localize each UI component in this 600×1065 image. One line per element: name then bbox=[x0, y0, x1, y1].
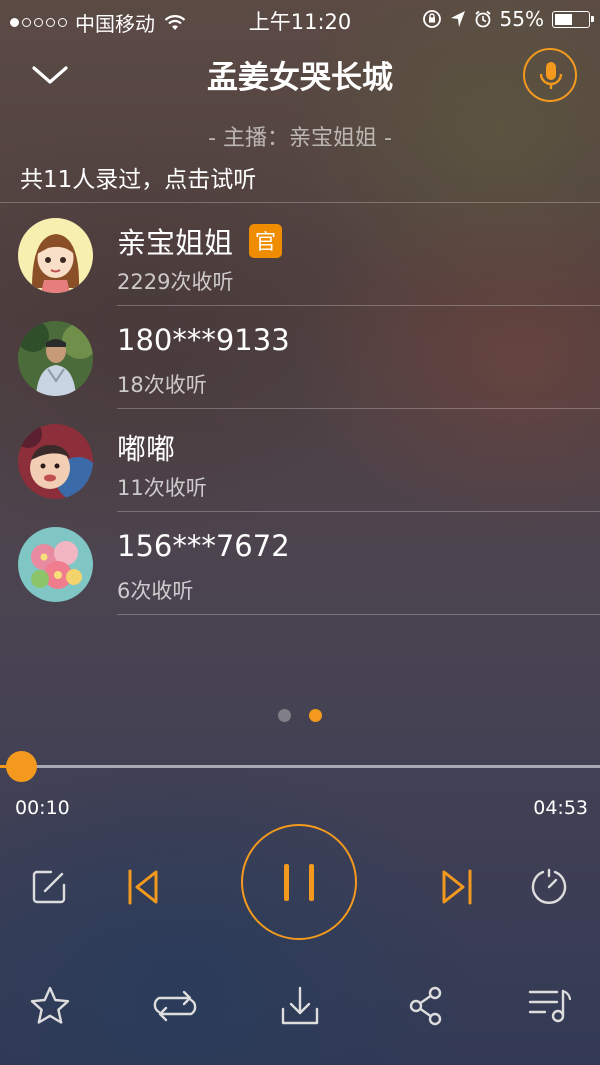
recorder-name: 亲宝姐姐 bbox=[117, 226, 234, 260]
recorder-name: 嘟嘟 bbox=[117, 432, 176, 466]
page-indicator bbox=[278, 709, 322, 722]
recording-item[interactable]: 180***9133 18次收听 bbox=[0, 306, 600, 409]
microphone-icon bbox=[539, 62, 563, 89]
favorite-star-icon bbox=[30, 986, 70, 1024]
next-track-icon bbox=[442, 869, 472, 905]
avatar bbox=[18, 424, 93, 499]
recording-item[interactable]: 亲宝姐姐 官 2229次收听 bbox=[0, 203, 600, 306]
divider bbox=[117, 614, 600, 615]
avatar bbox=[18, 527, 93, 602]
play-count: 2229次收听 bbox=[117, 270, 234, 294]
official-badge: 官 bbox=[249, 224, 283, 258]
page-title: 孟姜女哭长城 bbox=[207, 60, 393, 96]
recorder-name: 156***7672 bbox=[117, 529, 290, 563]
timer-icon bbox=[531, 868, 567, 904]
download-button[interactable] bbox=[280, 985, 320, 1031]
share-icon bbox=[409, 986, 442, 1026]
page-dot[interactable] bbox=[278, 709, 291, 722]
recording-item[interactable]: 嘟嘟 11次收听 bbox=[0, 409, 600, 512]
next-track-button[interactable] bbox=[440, 867, 474, 911]
total-time: 04:53 bbox=[533, 797, 588, 819]
host-line: - 主播：亲宝姐姐 - bbox=[208, 126, 392, 151]
elapsed-time: 00:10 bbox=[15, 797, 70, 819]
avatar bbox=[18, 218, 93, 293]
location-icon bbox=[450, 11, 465, 27]
sleep-timer-button[interactable] bbox=[530, 868, 568, 910]
battery-icon bbox=[552, 10, 594, 28]
repeat-button[interactable] bbox=[151, 988, 199, 1028]
alarm-icon bbox=[474, 10, 491, 28]
share-button[interactable] bbox=[407, 985, 445, 1031]
playlist-button[interactable] bbox=[527, 987, 573, 1029]
progress-thumb[interactable] bbox=[6, 751, 37, 782]
play-count: 11次收听 bbox=[117, 476, 207, 500]
download-icon bbox=[281, 986, 319, 1025]
play-count: 6次收听 bbox=[117, 579, 194, 603]
battery-percent: 55% bbox=[499, 7, 544, 31]
repeat-icon bbox=[153, 990, 197, 1022]
previous-track-icon bbox=[128, 869, 158, 905]
favorite-button[interactable] bbox=[29, 985, 71, 1031]
page-dot-active[interactable] bbox=[309, 709, 322, 722]
recorder-name: 180***9133 bbox=[117, 323, 290, 357]
avatar bbox=[18, 321, 93, 396]
status-bar: 中国移动 上午11:20 55% bbox=[0, 0, 600, 40]
pause-button[interactable] bbox=[241, 824, 357, 940]
edit-button[interactable] bbox=[31, 869, 67, 909]
edit-icon bbox=[32, 870, 66, 904]
previous-track-button[interactable] bbox=[126, 867, 160, 911]
orientation-lock-icon bbox=[422, 10, 441, 28]
progress-track[interactable] bbox=[0, 765, 600, 768]
record-button[interactable] bbox=[523, 48, 577, 102]
recordings-summary[interactable]: 共11人录过，点击试听 bbox=[20, 160, 256, 194]
playlist-icon bbox=[528, 989, 572, 1023]
recording-item[interactable]: 156***7672 6次收听 bbox=[0, 512, 600, 615]
play-count: 18次收听 bbox=[117, 373, 207, 397]
